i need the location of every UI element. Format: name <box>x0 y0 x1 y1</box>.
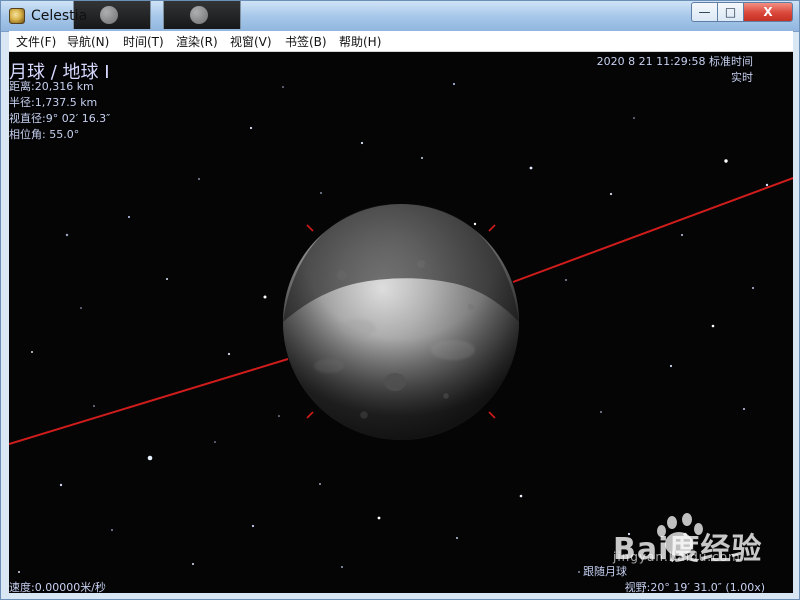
speed-info: 速度:0.00000米/秒 <box>9 581 106 593</box>
menu-help[interactable]: 帮助(H) <box>339 33 381 49</box>
menu-bar: 文件(F) 导航(N) 时间(T) 渲染(R) 视窗(V) 书签(B) 帮助(H… <box>9 31 793 52</box>
radius-info: 半径:1,737.5 km <box>9 96 98 109</box>
time-mode: 实时 <box>731 71 753 84</box>
maximize-icon: □ <box>724 5 737 19</box>
window-controls: — □ X <box>691 2 793 24</box>
menu-render[interactable]: 渲染(R) <box>176 33 218 49</box>
minimize-button[interactable]: — <box>691 2 717 22</box>
distance-info: 距离:20,316 km <box>9 80 94 93</box>
maximize-button[interactable]: □ <box>717 2 743 22</box>
menu-bookmarks[interactable]: 书签(B) <box>285 33 327 49</box>
close-button[interactable]: X <box>743 2 793 22</box>
celestia-window: Celestia — □ X 文件(F) 导航(N) 时间(T) 渲染(R) 视… <box>0 0 800 600</box>
current-time: 2020 8 21 11:29:58 标准时间 <box>596 55 753 68</box>
menu-view[interactable]: 视窗(V) <box>230 33 272 49</box>
window-title: Celestia <box>31 8 88 24</box>
thumbnail-2 <box>163 1 241 29</box>
minimize-icon: — <box>698 5 711 19</box>
space-viewport[interactable]: 月球 / 地球 I 距离:20,316 km 半径:1,737.5 km 视直径… <box>9 52 793 593</box>
angular-size-info: 视直径:9° 02′ 16.3″ <box>9 112 111 125</box>
phase-angle-info: 相位角: 55.0° <box>9 128 80 141</box>
tracking-mode: 跟随月球 <box>583 565 627 578</box>
close-icon: X <box>763 5 773 19</box>
menu-file[interactable]: 文件(F) <box>16 33 56 49</box>
moon <box>283 203 519 440</box>
field-of-view: 视野:20° 19′ 31.0″ (1.00x) <box>624 581 765 593</box>
menu-navigation[interactable]: 导航(N) <box>67 33 109 49</box>
title-bar: Celestia — □ X <box>1 1 799 32</box>
celestia-app-icon <box>9 8 25 24</box>
menu-time[interactable]: 时间(T) <box>123 33 164 49</box>
taskbar-thumbnails <box>73 1 241 29</box>
space-scene <box>9 52 793 593</box>
